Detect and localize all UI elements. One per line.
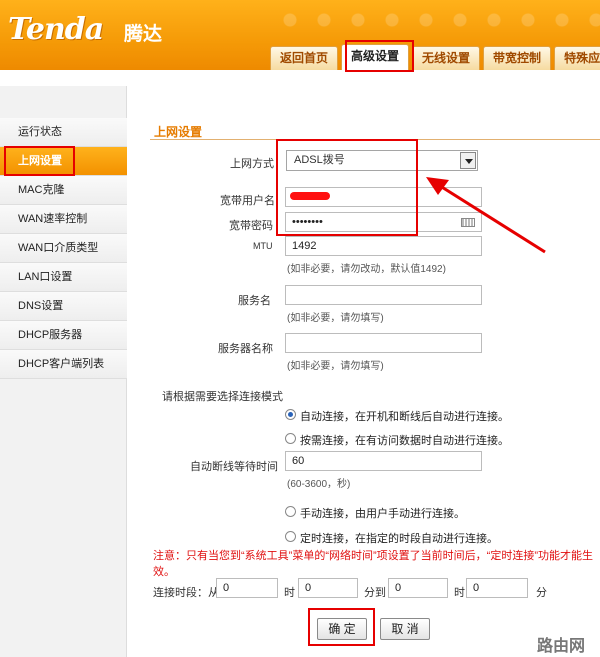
top-nav: 返回首页 高级设置 无线设置 带宽控制 特殊应 <box>270 44 600 70</box>
period-label: 连接时段：从 <box>153 587 219 599</box>
idle-wait-label: 自动断线等待时间 <box>190 461 278 473</box>
keyboard-icon[interactable] <box>461 218 475 227</box>
connection-type-value: ADSL拨号 <box>294 154 345 166</box>
ok-button[interactable]: 确 定 <box>317 618 367 640</box>
radio-manual-label: 手动连接，由用户手动进行连接。 <box>300 508 465 520</box>
timed-connect-note: 注意：只有当您到“系统工具”菜单的“网络时间”项设置了当前时间后，“定时连接”功… <box>153 550 593 578</box>
sidebar-item-dhcp-clients[interactable]: DHCP客户端列表 <box>0 350 127 379</box>
radio-auto-connect[interactable] <box>285 409 296 420</box>
end-hour-input[interactable]: 0 <box>388 578 448 598</box>
minute-unit: 分 <box>536 587 547 599</box>
tenda-logo: Tenda <box>8 12 104 47</box>
cancel-button[interactable]: 取 消 <box>380 618 430 640</box>
sidebar-item-wan-medium[interactable]: WAN口介质类型 <box>0 234 127 263</box>
redaction-mark <box>290 192 330 200</box>
radio-manual-connect[interactable] <box>285 506 296 517</box>
connection-type-label: 上网方式 <box>230 158 274 170</box>
watermark: 路由网 <box>537 638 586 655</box>
header-bar: Tenda 腾达 返回首页 高级设置 无线设置 带宽控制 特殊应 <box>0 0 600 70</box>
radio-demand-connect[interactable] <box>285 433 296 444</box>
sidebar-item-lan[interactable]: LAN口设置 <box>0 263 127 292</box>
service-name-input[interactable] <box>285 285 482 305</box>
password-label: 宽带密码 <box>229 220 273 232</box>
chevron-down-icon[interactable] <box>460 152 476 169</box>
radio-demand-label: 按需连接，在有访问数据时自动进行连接。 <box>300 435 509 447</box>
hour-unit-2: 时 <box>454 587 465 599</box>
section-title: 上网设置 <box>154 125 203 139</box>
connect-mode-label: 请根据需要选择连接模式 <box>162 391 283 403</box>
sidebar-item-dns[interactable]: DNS设置 <box>0 292 127 321</box>
tab-advanced[interactable]: 高级设置 <box>341 44 410 70</box>
tab-home[interactable]: 返回首页 <box>270 46 339 70</box>
sidebar: 运行状态 上网设置 MAC克隆 WAN速率控制 WAN口介质类型 LAN口设置 … <box>0 86 127 657</box>
radio-auto-label: 自动连接，在开机和断线后自动进行连接。 <box>300 411 509 423</box>
mtu-input[interactable]: 1492 <box>285 236 482 256</box>
sidebar-item-internet[interactable]: 上网设置 <box>0 147 127 176</box>
connection-type-select[interactable]: ADSL拨号 <box>286 150 478 171</box>
sidebar-item-wan-speed[interactable]: WAN速率控制 <box>0 205 127 234</box>
password-value: •••••••• <box>292 216 323 228</box>
radio-timed-connect[interactable] <box>285 531 296 542</box>
service-name-label: 服务名 <box>238 295 271 307</box>
logo-cn: 腾达 <box>124 24 163 45</box>
sidebar-item-dhcp-server[interactable]: DHCP服务器 <box>0 321 127 350</box>
radio-timed-label: 定时连接，在指定的时段自动进行连接。 <box>300 533 498 545</box>
start-minute-input[interactable]: 0 <box>298 578 358 598</box>
sidebar-item-status[interactable]: 运行状态 <box>0 118 127 147</box>
hour-unit-1: 时 <box>284 587 295 599</box>
title-divider <box>150 139 600 140</box>
start-hour-input[interactable]: 0 <box>216 578 278 598</box>
tab-wireless[interactable]: 无线设置 <box>412 46 481 70</box>
idle-wait-input[interactable]: 60 <box>285 451 482 471</box>
server-name-hint: (如非必要，请勿填写) <box>287 361 384 372</box>
end-minute-input[interactable]: 0 <box>466 578 528 598</box>
idle-wait-hint: (60-3600，秒) <box>287 479 351 490</box>
to-label: 分到 <box>364 587 386 599</box>
sidebar-item-mac-clone[interactable]: MAC克隆 <box>0 176 127 205</box>
mtu-label: MTU <box>253 241 273 251</box>
password-input[interactable]: •••••••• <box>285 212 482 232</box>
tab-special[interactable]: 特殊应 <box>554 46 600 70</box>
service-name-hint: (如非必要，请勿填写) <box>287 313 384 324</box>
tab-bandwidth[interactable]: 带宽控制 <box>483 46 552 70</box>
server-name-label: 服务器名称 <box>218 343 273 355</box>
username-label: 宽带用户名 <box>220 195 275 207</box>
server-name-input[interactable] <box>285 333 482 353</box>
mtu-hint: (如非必要，请勿改动，默认值1492) <box>287 264 446 275</box>
